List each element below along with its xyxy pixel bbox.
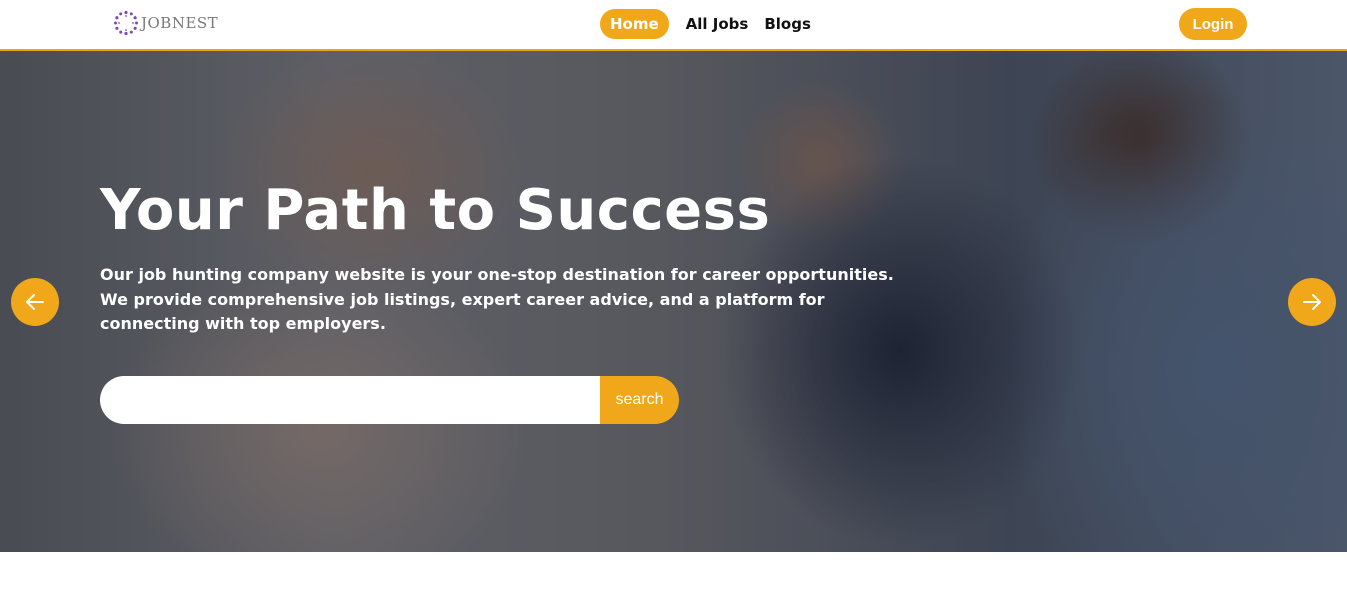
search-input[interactable] — [100, 376, 600, 424]
carousel-prev-button[interactable] — [11, 278, 59, 326]
arrow-left-icon — [26, 294, 44, 310]
arrow-right-icon — [1303, 294, 1321, 310]
login-button[interactable]: Login — [1179, 8, 1247, 40]
main-nav: Home All Jobs Blogs — [600, 9, 811, 39]
nav-item-blogs[interactable]: Blogs — [764, 9, 811, 39]
carousel-next-button[interactable] — [1288, 278, 1336, 326]
hero-title: Your Path to Success — [100, 178, 771, 243]
hero-description: Our job hunting company website is your … — [100, 265, 894, 333]
logo-icon — [113, 10, 139, 36]
brand-name: JOBNEST — [141, 14, 219, 32]
brand-logo[interactable]: JOBNEST — [113, 10, 218, 36]
hero-carousel: Your Path to Success Our job hunting com… — [0, 51, 1347, 552]
nav-item-home[interactable]: Home — [600, 9, 669, 39]
search-button[interactable]: search — [600, 376, 679, 424]
nav-item-all-jobs[interactable]: All Jobs — [686, 9, 749, 39]
job-search-bar: search — [100, 376, 679, 424]
site-header: JOBNEST Home All Jobs Blogs Login — [0, 0, 1347, 51]
